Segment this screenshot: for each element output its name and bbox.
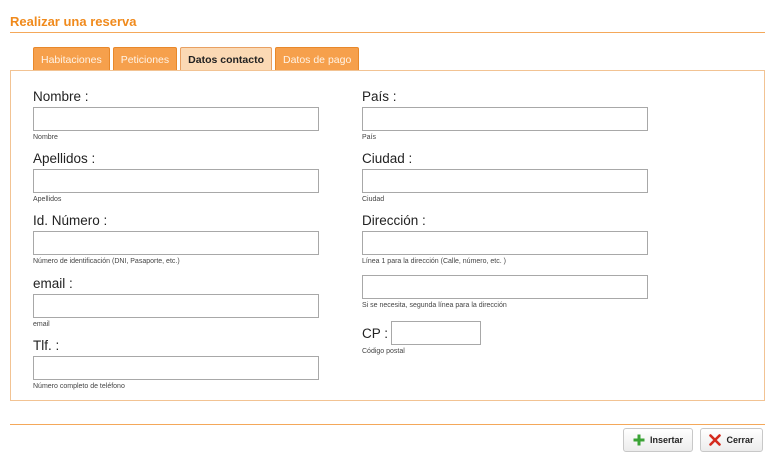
close-button[interactable]: Cerrar: [700, 428, 763, 452]
title-divider: [10, 32, 765, 33]
id-numero-group: Id. Número : Número de identificación (D…: [33, 213, 319, 265]
tab-datos-pago[interactable]: Datos de pago: [275, 47, 360, 71]
footer-divider: [10, 424, 765, 425]
nombre-label: Nombre :: [33, 89, 89, 104]
tlf-input[interactable]: [33, 356, 319, 380]
apellidos-help: Apellidos: [33, 196, 62, 203]
ciudad-label: Ciudad :: [362, 151, 413, 166]
apellidos-input[interactable]: [33, 169, 319, 193]
email-group: email : email: [33, 276, 319, 328]
tlf-group: Tlf. : Número completo de teléfono: [33, 338, 319, 390]
insert-button[interactable]: Insertar: [623, 428, 693, 452]
direccion2-help: Si se necesita, segunda línea para la di…: [362, 302, 507, 309]
x-icon: [709, 434, 722, 446]
email-help: email: [33, 321, 50, 328]
tab-peticiones[interactable]: Peticiones: [112, 47, 178, 71]
pais-input[interactable]: [362, 107, 648, 131]
direccion-input[interactable]: [362, 231, 648, 255]
direccion-help: Línea 1 para la dirección (Calle, número…: [362, 258, 506, 265]
close-button-label: Cerrar: [726, 435, 754, 445]
direccion2-input[interactable]: [362, 275, 648, 299]
id-numero-help: Número de identificación (DNI, Pasaporte…: [33, 258, 180, 265]
contact-form-panel: Nombre : Nombre Apellidos : Apellidos Id…: [10, 70, 765, 401]
apellidos-group: Apellidos : Apellidos: [33, 151, 319, 203]
pais-help: País: [362, 134, 377, 141]
page-title: Realizar una reserva: [10, 14, 137, 29]
pais-group: País : País: [362, 89, 648, 141]
cp-help: Código postal: [362, 348, 405, 355]
tlf-label: Tlf. :: [33, 338, 60, 353]
ciudad-input[interactable]: [362, 169, 648, 193]
nombre-help: Nombre: [33, 134, 58, 141]
cp-group: CP : Código postal: [362, 321, 482, 355]
pais-label: País :: [362, 89, 397, 104]
cp-label: CP :: [362, 325, 389, 341]
cp-input[interactable]: [391, 321, 482, 345]
ciudad-help: Ciudad: [362, 196, 385, 203]
direccion-group: Dirección : Línea 1 para la dirección (C…: [362, 213, 648, 265]
id-numero-label: Id. Número :: [33, 213, 108, 228]
direccion2-group: Si se necesita, segunda línea para la di…: [362, 272, 648, 309]
tab-datos-contacto[interactable]: Datos contacto: [180, 47, 272, 71]
id-numero-input[interactable]: [33, 231, 319, 255]
insert-button-label: Insertar: [649, 435, 684, 445]
plus-icon: [633, 434, 645, 446]
direccion-label: Dirección :: [362, 213, 426, 228]
tlf-help: Número completo de teléfono: [33, 383, 125, 390]
ciudad-group: Ciudad : Ciudad: [362, 151, 648, 203]
tab-bar: Habitaciones Peticiones Datos contacto D…: [33, 47, 360, 71]
tab-habitaciones[interactable]: Habitaciones: [33, 47, 110, 71]
email-label: email :: [33, 276, 73, 291]
apellidos-label: Apellidos :: [33, 151, 96, 166]
nombre-group: Nombre : Nombre: [33, 89, 319, 141]
email-input[interactable]: [33, 294, 319, 318]
nombre-input[interactable]: [33, 107, 319, 131]
